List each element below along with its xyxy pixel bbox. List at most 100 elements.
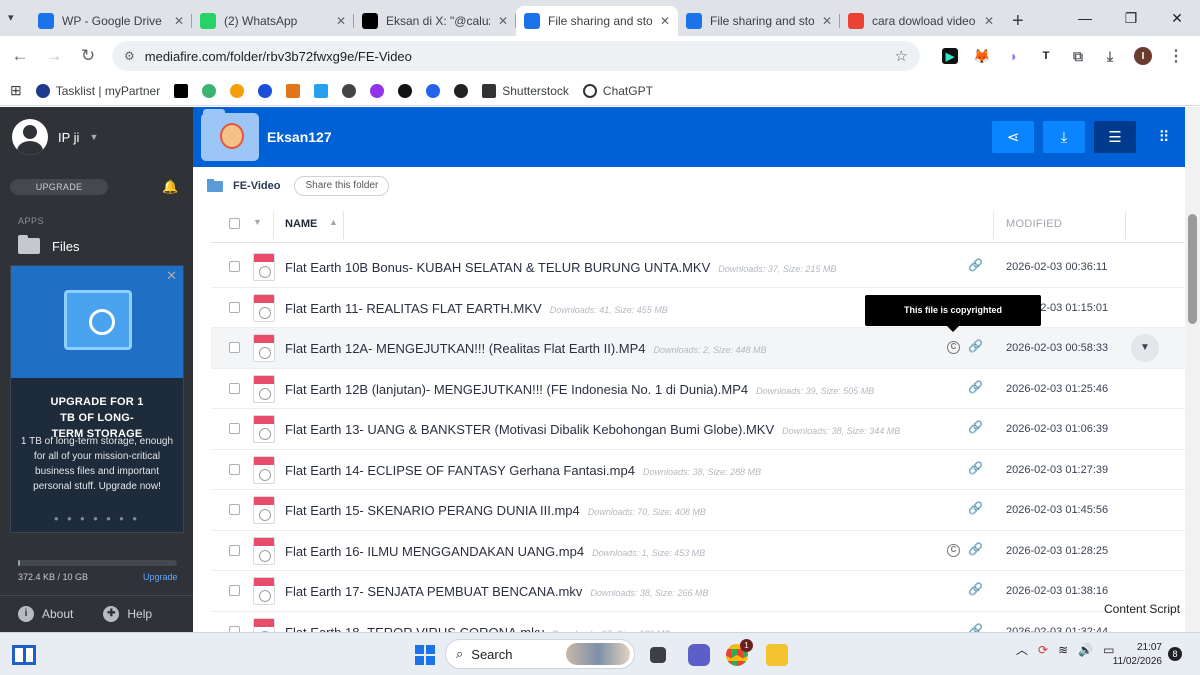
profile-avatar[interactable]: I (1134, 47, 1152, 65)
taskbar-clock[interactable]: 21:07 11/02/2026 (1110, 641, 1162, 669)
carousel-dots[interactable]: ● ● ● ● ● ● ● (11, 514, 183, 523)
file-name[interactable]: Flat Earth 11- REALITAS FLAT EARTH.MKV Do… (285, 301, 668, 316)
teams-icon[interactable] (688, 644, 710, 666)
security-icon[interactable]: ⟳ (1038, 643, 1048, 657)
file-name[interactable]: Flat Earth 10B Bonus- KUBAH SELATAN & TE… (285, 260, 836, 275)
download-folder-button[interactable]: ⤓ (1043, 121, 1085, 153)
close-tab-icon[interactable]: ✕ (822, 14, 832, 28)
sort-asc-icon[interactable]: ▲ (329, 217, 338, 227)
file-row[interactable]: Flat Earth 16- ILMU MENGGANDAKAN UANG.mp… (211, 531, 1185, 571)
file-name[interactable]: Flat Earth 13- UANG & BANKSTER (Motivasi… (285, 422, 900, 437)
storage-upgrade-link[interactable]: Upgrade (143, 572, 178, 582)
link-icon[interactable]: 🔗 (968, 501, 983, 515)
share-button[interactable]: ⋖ (992, 121, 1034, 153)
bookmark-orange-icon[interactable] (230, 83, 245, 98)
file-row[interactable]: Flat Earth 12B (lanjutan)- MENGEJUTKAN!!… (211, 369, 1185, 409)
bookmark-green-icon[interactable] (202, 83, 217, 98)
browser-tab[interactable]: cara dowload video d ✕ (840, 6, 1002, 36)
close-tab-icon[interactable]: ✕ (174, 14, 184, 28)
sidebar-item-files[interactable]: Files (18, 235, 79, 254)
extensions-puzzle-icon[interactable]: ⧉ (1070, 48, 1086, 64)
bookmark-chatgpt[interactable]: ChatGPT (582, 83, 653, 98)
task-view-icon[interactable] (650, 647, 666, 663)
bookmark-star-icon[interactable]: ☆ (895, 47, 908, 65)
row-checkbox[interactable] (229, 342, 240, 353)
file-name[interactable]: Flat Earth 12B (lanjutan)- MENGEJUTKAN!!… (285, 382, 874, 397)
start-button[interactable] (415, 645, 435, 665)
link-icon[interactable]: 🔗 (968, 461, 983, 475)
apps-grid-icon[interactable]: ⊞ (10, 82, 22, 99)
bookmark-shutterstock[interactable]: Shutterstock (482, 83, 569, 98)
help-link[interactable]: ✚ Help (103, 606, 152, 622)
file-explorer-icon[interactable] (766, 644, 788, 666)
breadcrumb-folder[interactable]: FE-Video (233, 180, 280, 192)
notification-bell-icon[interactable]: 🔔 (162, 179, 178, 195)
scrollbar-thumb[interactable] (1188, 214, 1197, 324)
file-row[interactable]: Flat Earth 17- SENJATA PEMBUAT BENCANA.m… (211, 571, 1185, 612)
link-icon[interactable]: 🔗 (968, 542, 983, 556)
browser-menu-icon[interactable]: ⋮ (1168, 48, 1184, 65)
file-name[interactable]: Flat Earth 12A- MENGEJUTKAN!!! (Realitas… (285, 341, 767, 356)
user-menu[interactable]: IP ji ▼ (12, 119, 98, 155)
omnibox[interactable]: ⚙ mediafire.com/folder/rbv3b72fwxg9e/FE-… (112, 41, 920, 71)
notification-count-badge[interactable]: 8 (1168, 647, 1182, 661)
bookmark-arbitrum-icon[interactable] (314, 83, 329, 98)
about-link[interactable]: i About (18, 606, 73, 622)
file-name[interactable]: Flat Earth 18- TEROR VIRUS CORONA.mkvDow… (285, 625, 670, 633)
row-menu-chevron-icon[interactable]: ▼ (1131, 334, 1159, 362)
file-name[interactable]: Flat Earth 16- ILMU MENGGANDAKAN UANG.mp… (285, 544, 705, 559)
page-scrollbar[interactable] (1185, 107, 1200, 632)
bookmark-black-icon[interactable] (398, 83, 413, 98)
link-icon[interactable]: 🔗 (968, 623, 983, 633)
browser-tab[interactable]: File sharing and stora ✕ (678, 6, 840, 36)
bookmark-blue-icon[interactable] (258, 83, 273, 98)
file-name[interactable]: Flat Earth 14- ECLIPSE OF FANTASY Gerhan… (285, 463, 761, 478)
close-window-button[interactable]: ✕ (1154, 10, 1200, 27)
forward-button[interactable]: → (44, 46, 64, 66)
wifi-icon[interactable]: ≋ (1058, 643, 1068, 657)
bookmark-g-icon[interactable] (426, 83, 441, 98)
grid-view-button[interactable]: ⠿ (1143, 121, 1185, 153)
extension-t-icon[interactable]: T (1038, 48, 1054, 64)
file-row[interactable]: Flat Earth 18- TEROR VIRUS CORONA.mkvDow… (211, 612, 1185, 633)
file-name[interactable]: Flat Earth 15- SKENARIO PERANG DUNIA III… (285, 503, 706, 518)
maximize-button[interactable]: ❐ (1108, 10, 1154, 27)
close-tab-icon[interactable]: ✕ (336, 14, 346, 28)
link-icon[interactable]: 🔗 (968, 420, 983, 434)
browser-tab[interactable]: WP - Google Drive ✕ (30, 6, 192, 36)
metamask-icon[interactable]: 🦊 (973, 48, 990, 64)
row-checkbox[interactable] (229, 544, 240, 556)
close-tab-icon[interactable]: ✕ (984, 14, 994, 28)
extension-wave-icon[interactable]: ◗ (1006, 48, 1022, 64)
site-info-icon[interactable]: ⚙ (124, 49, 135, 63)
list-view-button[interactable]: ☰ (1094, 121, 1136, 153)
copyright-icon[interactable]: C (947, 341, 960, 354)
tab-search-icon[interactable]: ▾ (8, 11, 14, 24)
link-icon[interactable]: 🔗 (968, 258, 983, 272)
taskbar-search[interactable]: ⌕ Search (445, 639, 635, 669)
file-name[interactable]: Flat Earth 17- SENJATA PEMBUAT BENCANA.m… (285, 584, 708, 599)
file-row[interactable]: Flat Earth 15- SKENARIO PERANG DUNIA III… (211, 490, 1185, 531)
close-tab-icon[interactable]: ✕ (660, 14, 670, 28)
row-checkbox[interactable] (229, 423, 240, 434)
share-folder-button[interactable]: Share this folder (294, 176, 390, 196)
bookmark-x-icon[interactable] (174, 83, 189, 98)
file-row[interactable]: Flat Earth 10B Bonus- KUBAH SELATAN & TE… (211, 247, 1185, 288)
select-all-checkbox[interactable] (229, 218, 240, 229)
row-checkbox[interactable] (229, 382, 240, 394)
file-row[interactable]: Flat Earth 14- ECLIPSE OF FANTASY Gerhan… (211, 450, 1185, 490)
column-header-modified[interactable]: MODIFIED (1006, 218, 1062, 230)
bookmark-tasklist[interactable]: Tasklist | myPartner (35, 83, 160, 98)
widgets-icon[interactable] (12, 645, 36, 665)
bookmark-purple-icon[interactable] (370, 83, 385, 98)
close-tab-icon[interactable]: ✕ (498, 14, 508, 28)
column-header-name[interactable]: NAME (285, 218, 317, 230)
volume-icon[interactable]: 🔊 (1078, 643, 1093, 657)
download-icon[interactable]: ⤓ (1102, 48, 1118, 64)
select-menu-icon[interactable]: ▼ (253, 217, 262, 227)
back-button[interactable]: ← (10, 46, 30, 66)
browser-tab[interactable]: Eksan di X: "@caluxcr ✕ (354, 6, 516, 36)
close-icon[interactable]: ✕ (166, 269, 177, 282)
copyright-icon[interactable]: C (947, 543, 960, 557)
row-checkbox[interactable] (229, 585, 240, 596)
